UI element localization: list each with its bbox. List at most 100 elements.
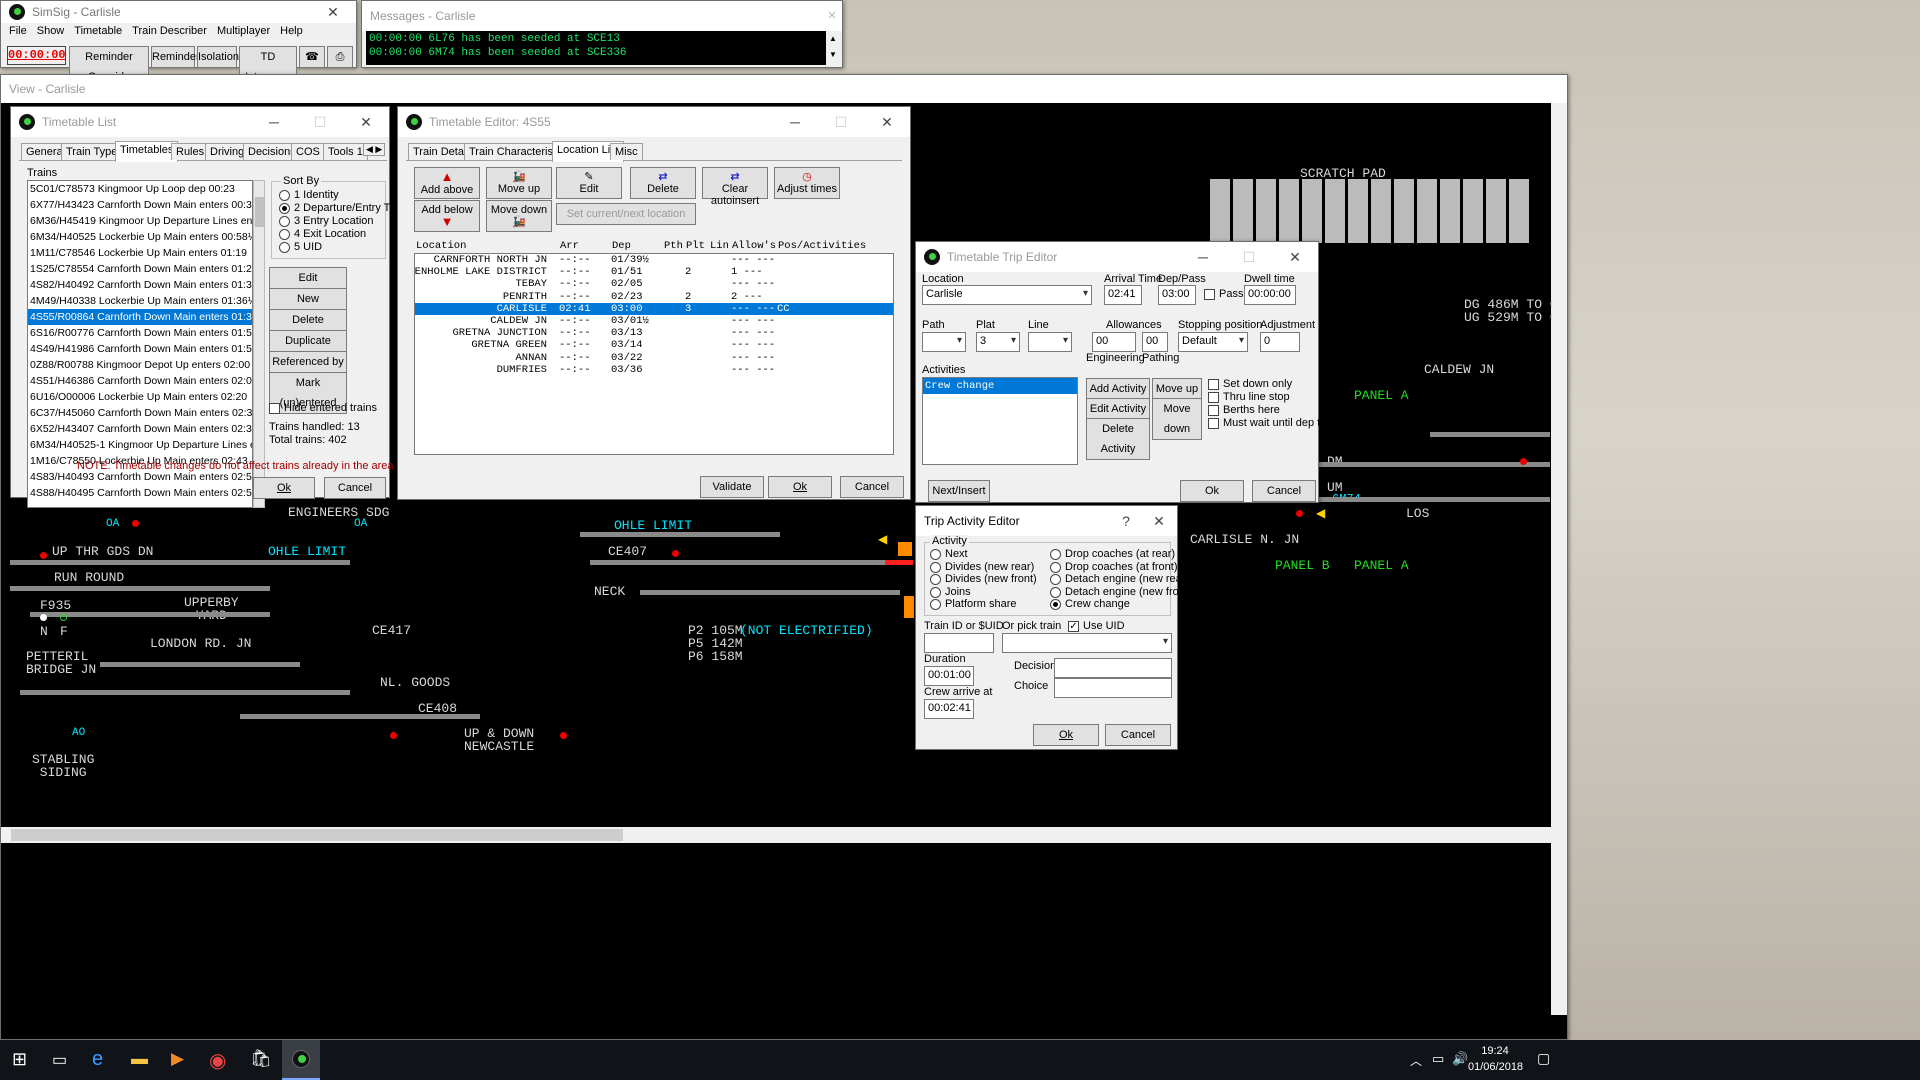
- train-list-item[interactable]: 6M34/H40525 Lockerbie Up Main enters 00:…: [28, 229, 252, 245]
- tab-tools-1[interactable]: Tools 1: [323, 143, 368, 160]
- thru-line-stop-checkbox[interactable]: Thru line stop: [1208, 391, 1290, 403]
- set-down-only-checkbox[interactable]: Set down only: [1208, 378, 1292, 390]
- minimize-icon[interactable]: ─: [772, 107, 818, 137]
- tab-cos[interactable]: COS: [291, 143, 325, 160]
- close-icon[interactable]: ✕: [822, 1, 842, 31]
- isolation-button[interactable]: Isolation: [197, 46, 239, 68]
- option-platform-share[interactable]: Platform share: [930, 598, 1017, 610]
- cancel-button[interactable]: Cancel: [1252, 480, 1316, 502]
- radio-icon[interactable]: [279, 241, 290, 253]
- add-activity-button[interactable]: Add Activity: [1086, 378, 1150, 400]
- new-button[interactable]: New: [269, 288, 347, 310]
- dep-input[interactable]: 03:00: [1158, 285, 1196, 305]
- move-down-activity-button[interactable]: Move down: [1152, 398, 1202, 440]
- location-row[interactable]: DUMFRIES --:-- 03/36 --- ---: [415, 364, 893, 376]
- add-below-button[interactable]: Add below ▼: [414, 200, 480, 232]
- radio-icon[interactable]: [930, 573, 941, 585]
- radio-icon[interactable]: [279, 189, 290, 201]
- decision-input[interactable]: [1054, 658, 1172, 678]
- help-icon[interactable]: ?: [1111, 506, 1141, 536]
- media-player-icon[interactable]: ▶: [171, 1049, 184, 1069]
- add-above-button[interactable]: ▲ Add above: [414, 167, 480, 199]
- set-current-location-button[interactable]: Set current/next location: [556, 203, 696, 225]
- train-list-item[interactable]: 6U16/O00006 Lockerbie Up Main enters 02:…: [28, 389, 252, 405]
- adjust-times-button[interactable]: ◷ Adjust times: [774, 167, 840, 199]
- telephone-icon[interactable]: ☎: [299, 46, 325, 68]
- signal-red-dot[interactable]: [1296, 510, 1303, 517]
- location-row[interactable]: GRETNA GREEN --:-- 03/14 --- ---: [415, 339, 893, 351]
- radio-icon[interactable]: [1050, 586, 1061, 598]
- tab-misc[interactable]: Misc: [610, 143, 643, 160]
- clear-autoinsert-button[interactable]: ⇄ Clear autoinsert: [702, 167, 768, 207]
- tab-scroll-arrows[interactable]: ◀ ▶: [363, 143, 386, 156]
- trains-list[interactable]: 5C01/C78573 Kingmoor Up Loop dep 00:23 6X…: [27, 180, 253, 508]
- train-list-item[interactable]: 6X52/H43407 Carnforth Down Main enters 0…: [28, 421, 252, 437]
- menu-show[interactable]: Show: [37, 23, 65, 39]
- reminder-button[interactable]: Reminder: [151, 46, 200, 68]
- location-row[interactable]: TEBAY --:-- 02/05 --- ---: [415, 278, 893, 290]
- radio-icon[interactable]: [1050, 561, 1061, 573]
- location-row[interactable]: PENRITH --:-- 02/23 2 2 ---: [415, 291, 893, 303]
- adjustment-stepper[interactable]: 0: [1260, 332, 1300, 352]
- activity-item[interactable]: Crew change: [923, 378, 1077, 394]
- location-row[interactable]: CALDEW JN --:-- 03/01½ --- ---: [415, 315, 893, 327]
- pick-train-select[interactable]: [1002, 633, 1172, 653]
- train-list-item[interactable]: 4S82/H40492 Carnforth Down Main enters 0…: [28, 277, 252, 293]
- train-list-item[interactable]: 6C37/H45060 Carnforth Down Main enters 0…: [28, 405, 252, 421]
- menu-file[interactable]: File: [9, 23, 27, 39]
- close-icon[interactable]: ✕: [1272, 242, 1318, 272]
- duplicate-button[interactable]: Duplicate: [269, 330, 347, 352]
- referenced-by-button[interactable]: Referenced by: [269, 351, 347, 373]
- train-list-item[interactable]: 6X77/H43423 Carnforth Down Main enters 0…: [28, 197, 252, 213]
- location-list[interactable]: CARNFORTH NORTH JN --:-- 01/39½ --- --- OXEN…: [414, 253, 894, 455]
- location-row[interactable]: ANNAN --:-- 03/22 --- ---: [415, 352, 893, 364]
- maximize-icon[interactable]: ☐: [818, 107, 864, 137]
- sort-option-uid[interactable]: 5 UID: [279, 241, 322, 253]
- signal-red-dot[interactable]: [1520, 458, 1527, 465]
- radio-icon[interactable]: [279, 228, 290, 240]
- path-select[interactable]: [922, 332, 966, 352]
- signal-yellow-arrow[interactable]: ◀: [1316, 506, 1325, 520]
- signal-red-dot[interactable]: [390, 732, 397, 739]
- trains-list-scrollbar[interactable]: [253, 180, 265, 508]
- option-drop-front[interactable]: Drop coaches (at front): [1050, 561, 1178, 573]
- menu-multiplayer[interactable]: Multiplayer: [217, 23, 270, 39]
- train-list-item[interactable]: 4S88/H40495 Carnforth Down Main enters 0…: [28, 485, 252, 501]
- close-icon[interactable]: ✕: [864, 107, 910, 137]
- tray-chevron-icon[interactable]: ︿: [1410, 1052, 1422, 1069]
- radio-icon[interactable]: [930, 586, 941, 598]
- delete-location-button[interactable]: ⇄ Delete: [630, 167, 696, 199]
- checkbox-icon[interactable]: [1204, 288, 1215, 300]
- close-icon[interactable]: ✕: [310, 1, 356, 23]
- radio-icon[interactable]: [1050, 548, 1061, 560]
- sort-option-identity[interactable]: 1 Identity: [279, 189, 339, 201]
- sort-option-exit[interactable]: 4 Exit Location: [279, 228, 366, 240]
- scratch-pad-grid[interactable]: [1210, 179, 1532, 243]
- ok-button[interactable]: Ok: [768, 476, 832, 498]
- delete-activity-button[interactable]: Delete Activity: [1086, 418, 1150, 460]
- checkbox-icon[interactable]: [1208, 417, 1219, 429]
- task-view-icon[interactable]: ▭: [52, 1050, 67, 1070]
- signal-white-dot[interactable]: [40, 614, 47, 621]
- minimize-icon[interactable]: ─: [1180, 242, 1226, 272]
- location-row[interactable]: GRETNA JUNCTION --:-- 03/13 --- ---: [415, 327, 893, 339]
- pass-checkbox[interactable]: Pass: [1204, 288, 1243, 300]
- train-list-item[interactable]: 1M11/C78546 Lockerbie Up Main enters 01:…: [28, 245, 252, 261]
- cancel-button[interactable]: Cancel: [840, 476, 904, 498]
- train-list-item[interactable]: 4S51/H46386 Carnforth Down Main enters 0…: [28, 373, 252, 389]
- signal-yellow-arrow[interactable]: ◀: [878, 532, 887, 546]
- move-down-button[interactable]: Move down 🚂: [486, 200, 552, 232]
- train-list-item[interactable]: 6S16/R00776 Carnforth Down Main enters 0…: [28, 325, 252, 341]
- edge-browser-icon[interactable]: e: [92, 1048, 103, 1071]
- crew-arrive-input[interactable]: 00:02:41: [924, 699, 974, 719]
- menu-help[interactable]: Help: [280, 23, 303, 39]
- maximize-icon[interactable]: ☐: [297, 107, 343, 137]
- plat-select[interactable]: 3: [976, 332, 1020, 352]
- next-insert-button[interactable]: Next/Insert: [928, 480, 990, 502]
- dwell-input[interactable]: 00:00:00: [1244, 285, 1296, 305]
- network-icon[interactable]: ▭: [1432, 1051, 1444, 1067]
- line-select[interactable]: [1028, 332, 1072, 352]
- validate-button[interactable]: Validate: [700, 476, 764, 498]
- stopping-position-select[interactable]: Default: [1178, 332, 1248, 352]
- notifications-icon[interactable]: ▢: [1537, 1050, 1550, 1067]
